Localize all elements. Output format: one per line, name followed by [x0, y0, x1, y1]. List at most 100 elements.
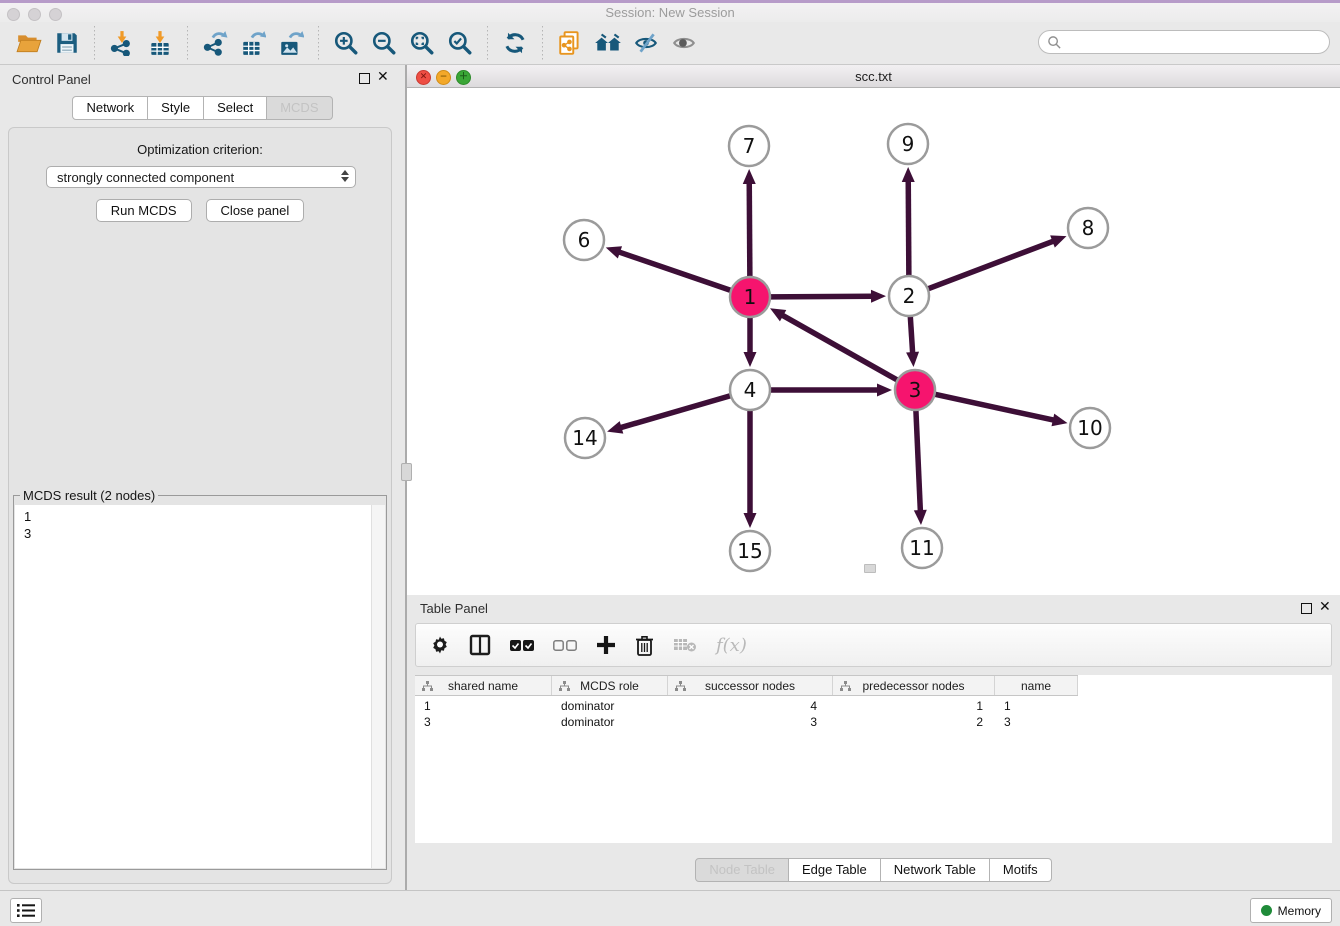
tab-edge-table[interactable]: Edge Table: [789, 858, 881, 882]
column-header-name[interactable]: name: [995, 676, 1078, 695]
refresh-layout-icon[interactable]: [500, 28, 530, 58]
export-network-icon[interactable]: [200, 28, 230, 58]
float-table-panel-icon[interactable]: [1301, 603, 1312, 614]
toolbar-separator: [542, 26, 543, 60]
graph-edge-3-11[interactable]: [916, 410, 921, 512]
graph-edge-2-9[interactable]: [908, 180, 909, 276]
close-panel-button[interactable]: Close panel: [206, 199, 305, 222]
column-header-mcds-role[interactable]: MCDS role: [552, 676, 668, 695]
graph-node-label: 15: [737, 539, 762, 563]
node-table-body: 1dominator4113dominator323: [415, 698, 1332, 730]
hierarchy-icon: [675, 681, 686, 692]
function-builder-icon[interactable]: f(x): [716, 635, 747, 656]
delete-table-icon[interactable]: [673, 637, 697, 653]
export-table-icon[interactable]: [238, 28, 268, 58]
tab-motifs[interactable]: Motifs: [990, 858, 1052, 882]
table-cell[interactable]: 1: [833, 698, 995, 714]
hide-selected-eye-icon[interactable]: [631, 28, 661, 58]
graph-node-label: 8: [1082, 216, 1095, 240]
memory-button[interactable]: Memory: [1250, 898, 1332, 923]
table-row[interactable]: 1dominator411: [415, 698, 1332, 714]
graph-edge-1-2[interactable]: [770, 296, 873, 297]
toolbar-separator: [487, 26, 488, 60]
deselect-all-checkboxes-icon[interactable]: [553, 639, 577, 652]
delete-column-icon[interactable]: [635, 635, 654, 656]
table-panel-title: Table Panel: [420, 601, 488, 616]
mcds-result-area[interactable]: 1 3: [15, 505, 385, 868]
zoom-selected-icon[interactable]: [445, 28, 475, 58]
toolbar-separator: [187, 26, 188, 60]
select-stepper-icon: [341, 170, 349, 182]
graph-edge-3-10[interactable]: [935, 394, 1055, 420]
mcds-result-title: MCDS result (2 nodes): [20, 488, 158, 503]
table-cell[interactable]: 1: [995, 698, 1078, 714]
network-window-titlebar[interactable]: ✕ − ＋ scc.txt: [407, 65, 1340, 88]
table-cell[interactable]: 3: [668, 714, 833, 730]
graph-node-label: 3: [909, 378, 922, 402]
toolbar-separator: [94, 26, 95, 60]
run-mcds-button[interactable]: Run MCDS: [96, 199, 192, 222]
task-history-button[interactable]: [10, 898, 42, 923]
table-cell[interactable]: dominator: [552, 714, 668, 730]
criterion-select[interactable]: strongly connected component: [46, 166, 356, 188]
table-toolbar: f(x): [415, 623, 1332, 667]
table-cell[interactable]: dominator: [552, 698, 668, 714]
graph-edge-2-3[interactable]: [910, 316, 912, 354]
graph-node-label: 9: [902, 132, 915, 156]
tab-network[interactable]: Network: [72, 96, 148, 120]
open-session-icon[interactable]: [14, 28, 44, 58]
zoom-in-icon[interactable]: [331, 28, 361, 58]
import-network-icon[interactable]: [107, 28, 137, 58]
canvas-split-grip[interactable]: [864, 564, 876, 573]
float-panel-icon[interactable]: [359, 73, 370, 84]
table-row[interactable]: 3dominator323: [415, 714, 1332, 730]
export-image-icon[interactable]: [276, 28, 306, 58]
tab-mcds[interactable]: MCDS: [267, 96, 332, 120]
main-toolbar: [0, 22, 1340, 65]
tab-select[interactable]: Select: [204, 96, 267, 120]
control-panel-title: Control Panel: [12, 72, 91, 87]
table-cell[interactable]: 3: [995, 714, 1078, 730]
column-header-predecessor-nodes[interactable]: predecessor nodes: [833, 676, 995, 695]
save-session-icon[interactable]: [52, 28, 82, 58]
graph-edge-1-6[interactable]: [618, 252, 731, 291]
tab-style[interactable]: Style: [148, 96, 204, 120]
tab-node-table[interactable]: Node Table: [695, 858, 789, 882]
close-table-panel-icon[interactable]: ✕: [1319, 599, 1331, 615]
column-header-successor-nodes[interactable]: successor nodes: [668, 676, 833, 695]
zoom-out-icon[interactable]: [369, 28, 399, 58]
network-canvas[interactable]: 7968124314101511: [407, 88, 1340, 595]
show-hidden-eye-icon[interactable]: [669, 28, 699, 58]
table-cell[interactable]: 2: [833, 714, 995, 730]
column-header-shared-name[interactable]: shared name: [415, 676, 552, 695]
graph-edge-4-14[interactable]: [620, 396, 731, 428]
graph-edge-1-7[interactable]: [749, 182, 750, 277]
close-panel-icon[interactable]: ✕: [377, 69, 389, 85]
control-panel: Control Panel ✕ Network Style Select MCD…: [0, 65, 405, 890]
table-cell[interactable]: 1: [415, 698, 552, 714]
tab-network-table[interactable]: Network Table: [881, 858, 990, 882]
graph-edge-2-8[interactable]: [928, 241, 1055, 289]
graph-edge-3-1[interactable]: [781, 315, 897, 381]
add-column-icon[interactable]: [596, 635, 616, 655]
graph-edge-arrowhead: [902, 167, 915, 182]
graph-edge-arrowhead: [744, 513, 757, 528]
os-titlebar: Session: New Session: [0, 0, 1340, 23]
search-input[interactable]: [1038, 30, 1330, 54]
select-all-checkboxes-icon[interactable]: [510, 639, 534, 652]
table-cell[interactable]: 4: [668, 698, 833, 714]
clone-network-icon[interactable]: [555, 28, 585, 58]
network-view-window: ✕ − ＋ scc.txt 7968124314101511: [407, 65, 1340, 595]
column-view-icon[interactable]: [469, 634, 491, 656]
home-network-icon[interactable]: [593, 28, 623, 58]
settings-gear-icon[interactable]: [430, 635, 450, 655]
import-table-icon[interactable]: [145, 28, 175, 58]
panel-split-grip[interactable]: [401, 463, 412, 481]
status-bar: Memory: [0, 890, 1340, 926]
graph-node-label: 4: [744, 378, 757, 402]
hierarchy-icon: [422, 681, 433, 692]
network-window-title: scc.txt: [407, 69, 1340, 84]
zoom-fit-icon[interactable]: [407, 28, 437, 58]
result-scrollbar[interactable]: [371, 505, 385, 868]
table-cell[interactable]: 3: [415, 714, 552, 730]
